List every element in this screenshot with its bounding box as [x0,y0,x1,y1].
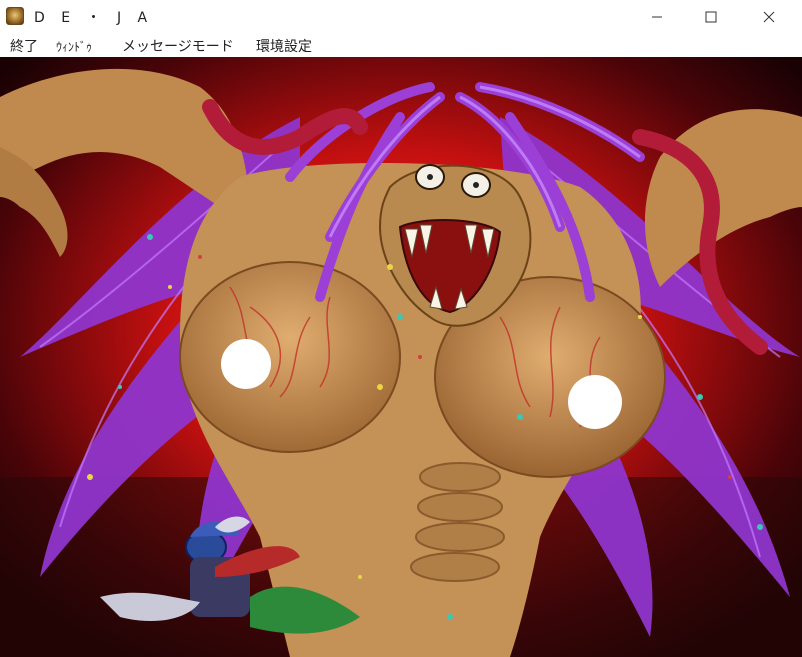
minimize-button[interactable] [634,0,680,33]
maximize-button[interactable] [688,0,734,33]
menu-bar: 終了 ｳｨﾝﾄﾞｩ メッセージモード 環境設定 [0,33,802,57]
game-scene[interactable] [0,57,802,657]
close-icon [763,11,775,22]
scene-artwork [0,57,802,657]
maximize-icon [705,11,717,22]
menu-quit[interactable]: 終了 [10,36,38,56]
window-title: D E ・ J A [34,10,154,26]
menu-message-mode[interactable]: メッセージモード [122,36,234,56]
game-app-icon[interactable] [6,7,24,25]
close-button[interactable] [746,0,792,33]
menu-settings[interactable]: 環境設定 [256,36,312,56]
menu-window[interactable]: ｳｨﾝﾄﾞｩ [56,38,92,55]
title-bar[interactable]: D E ・ J A [0,0,802,33]
minimize-icon [652,16,662,17]
game-window: D E ・ J A 終了 ｳｨﾝﾄﾞｩ メッセージモード 環境設定 [0,0,802,657]
